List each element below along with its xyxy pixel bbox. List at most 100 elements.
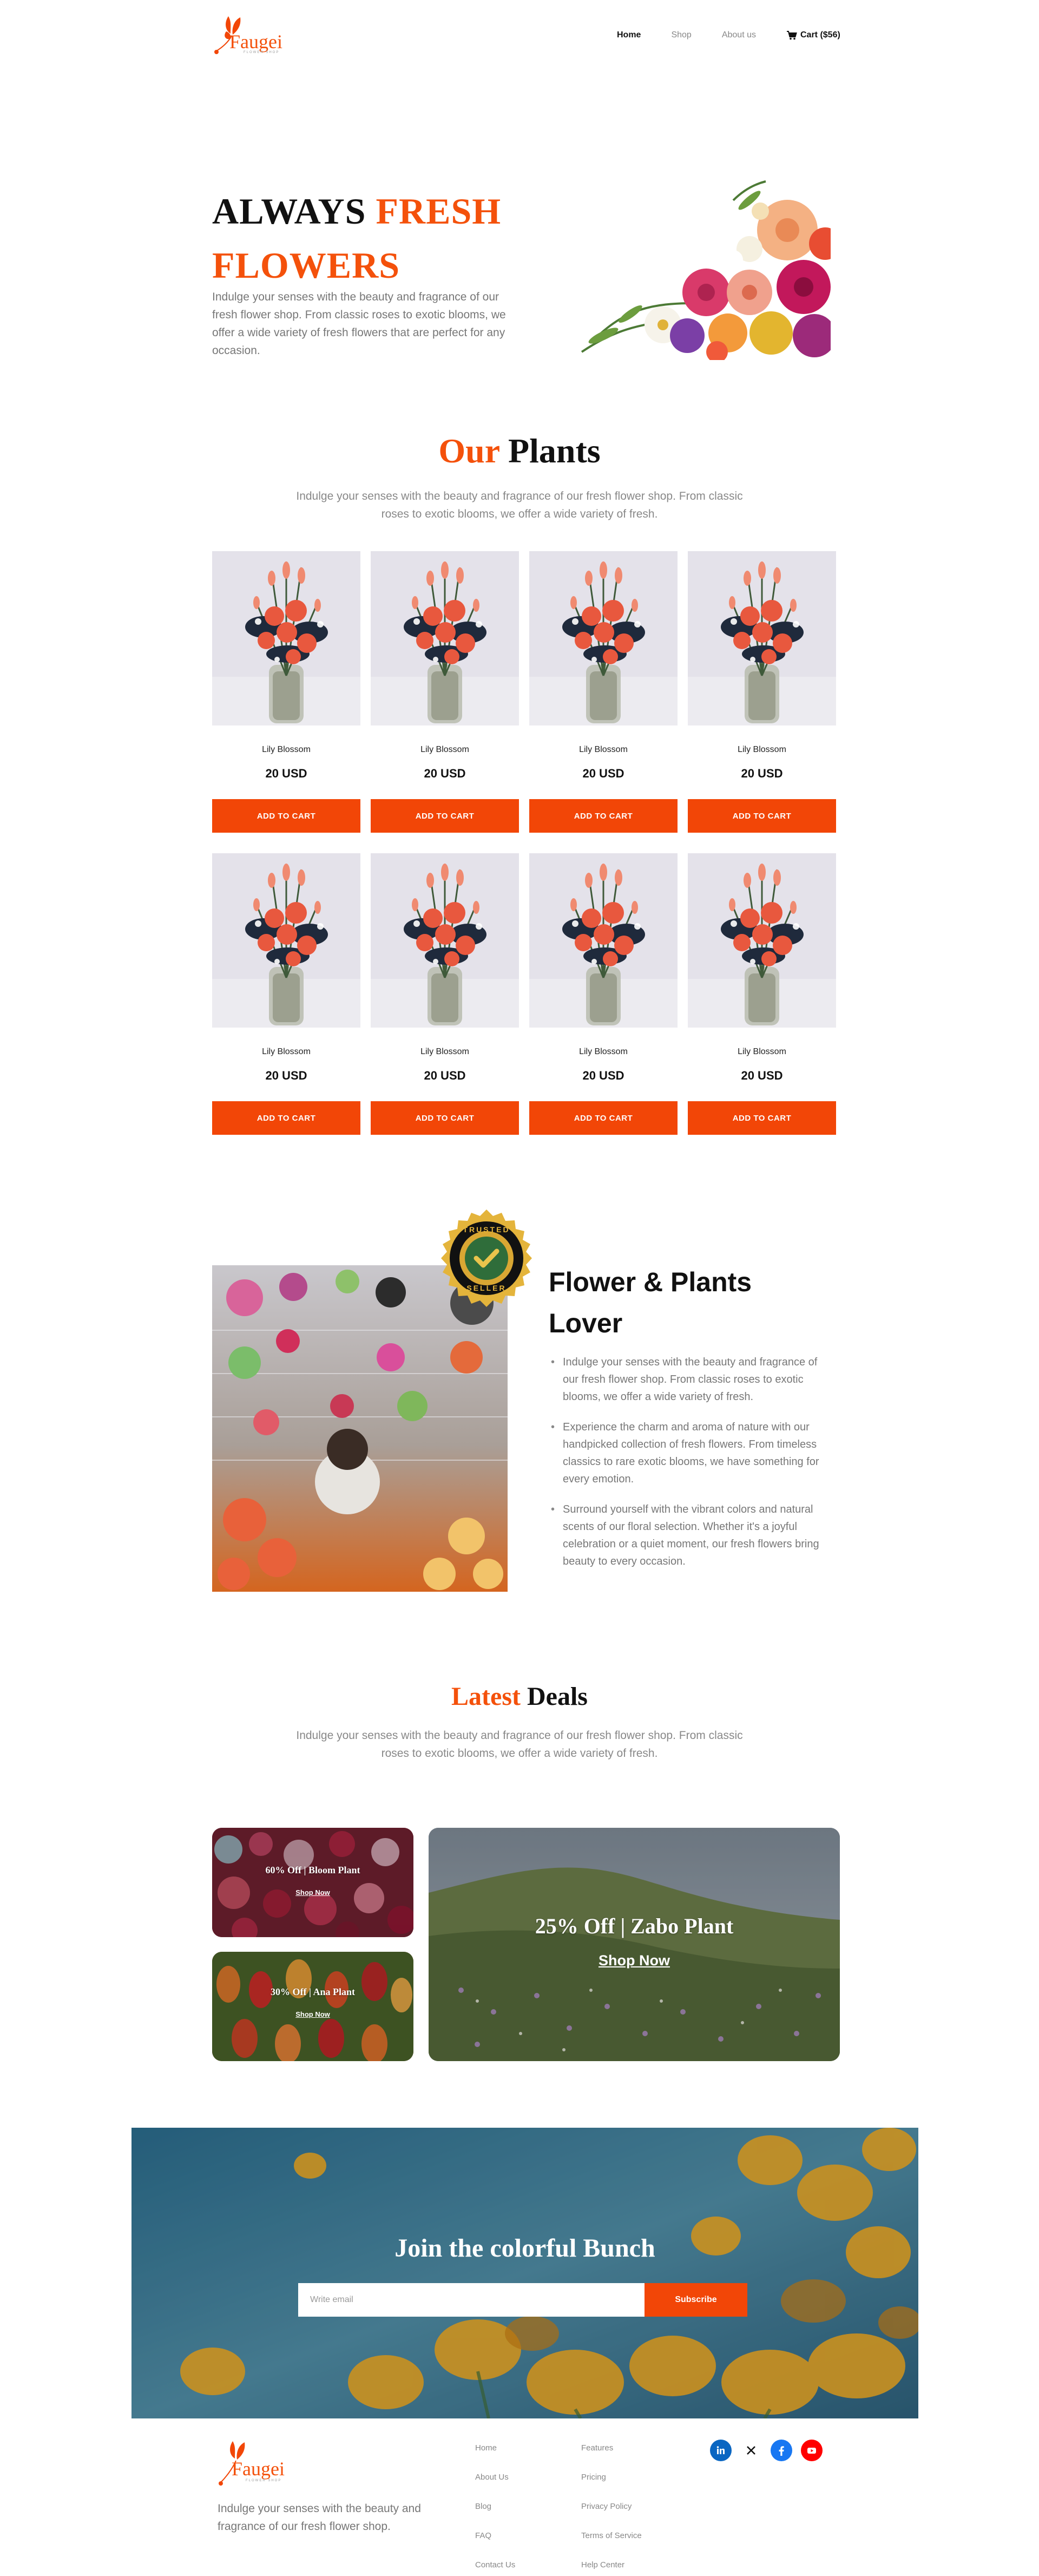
- subscribe-title: Join the colorful Bunch: [394, 2234, 655, 2263]
- add-to-cart-button[interactable]: ADD TO CART: [371, 799, 519, 833]
- hero-description: Indulge your senses with the beauty and …: [212, 291, 506, 357]
- product-card[interactable]: Lily Blossom 20 USD ADD TO CART: [212, 853, 360, 1135]
- trusted-seller-badge: TRUSTED SELLER: [433, 1208, 540, 1316]
- product-card[interactable]: Lily Blossom 20 USD ADD TO CART: [371, 551, 519, 833]
- product-image[interactable]: [688, 551, 836, 725]
- product-price: 20 USD: [424, 767, 466, 780]
- add-to-cart-button[interactable]: ADD TO CART: [688, 1101, 836, 1135]
- product-name: Lily Blossom: [579, 745, 628, 754]
- social-links: [710, 2440, 823, 2461]
- deal-ana-link[interactable]: Shop Now: [212, 2010, 413, 2018]
- product-price: 20 USD: [582, 767, 624, 780]
- add-to-cart-button[interactable]: ADD TO CART: [371, 1101, 519, 1135]
- footer-link-privacy[interactable]: Privacy Policy: [581, 2501, 642, 2531]
- add-to-cart-button[interactable]: ADD TO CART: [212, 799, 360, 833]
- product-price: 20 USD: [265, 1069, 307, 1082]
- subscribe-background-image: [131, 2128, 918, 2418]
- lover-point: Experience the charm and aroma of nature…: [549, 1418, 830, 1488]
- deal-bloom-link[interactable]: Shop Now: [212, 1888, 413, 1897]
- deals-title-accent: Latest: [451, 1682, 521, 1711]
- footer-links-col1: Home About Us Blog FAQ Contact Us: [475, 2443, 515, 2576]
- footer-links-col2: Features Pricing Privacy Policy Terms of…: [581, 2443, 642, 2576]
- deal-card-zabo[interactable]: 25% Off | Zabo Plant Shop Now: [429, 1828, 840, 2061]
- hero-bouquet-image: [571, 179, 841, 363]
- nav-about[interactable]: About us: [722, 30, 756, 40]
- nav-home[interactable]: Home: [617, 30, 641, 40]
- product-image[interactable]: [529, 853, 678, 1028]
- lover-point: Surround yourself with the vibrant color…: [549, 1501, 830, 1570]
- main-nav: Home Shop About us Cart ($56): [617, 30, 840, 40]
- lover-title: Flower & Plants Lover: [549, 1267, 752, 1338]
- product-name: Lily Blossom: [738, 745, 786, 754]
- product-card[interactable]: Lily Blossom 20 USD ADD TO CART: [688, 853, 836, 1135]
- product-image[interactable]: [371, 853, 519, 1028]
- brand-name: Faugei: [229, 31, 282, 53]
- footer-link-terms[interactable]: Terms of Service: [581, 2531, 642, 2560]
- product-card[interactable]: Lily Blossom 20 USD ADD TO CART: [529, 551, 678, 833]
- product-card[interactable]: Lily Blossom 20 USD ADD TO CART: [688, 551, 836, 833]
- deal-ana-title: 30% Off | Ana Plant: [271, 1986, 355, 1997]
- footer-link-pricing[interactable]: Pricing: [581, 2472, 642, 2501]
- product-price: 20 USD: [265, 767, 307, 780]
- deal-card-bloom[interactable]: 60% Off | Bloom Plant Shop Now: [212, 1828, 413, 1937]
- plants-subtitle: Indulge your senses with the beauty and …: [296, 490, 743, 520]
- plants-title-accent: Our: [438, 431, 499, 470]
- plants-title: Our Plants: [0, 431, 1039, 471]
- footer-description: Indulge your senses with the beauty and …: [218, 2502, 421, 2533]
- product-image[interactable]: [212, 853, 360, 1028]
- deal-zabo-link[interactable]: Shop Now: [429, 1952, 840, 1969]
- x-icon[interactable]: [740, 2440, 762, 2461]
- footer-link-blog[interactable]: Blog: [475, 2501, 515, 2531]
- product-card[interactable]: Lily Blossom 20 USD ADD TO CART: [529, 853, 678, 1135]
- deals-title-plain: Deals: [527, 1682, 588, 1711]
- youtube-icon[interactable]: [801, 2440, 823, 2461]
- nav-shop[interactable]: Shop: [671, 30, 691, 40]
- hero-title-plain: ALWAYS: [212, 191, 366, 232]
- add-to-cart-button[interactable]: ADD TO CART: [212, 1101, 360, 1135]
- footer-logo[interactable]: Faugei FLOWER SHOP: [216, 2439, 303, 2490]
- subscribe-button[interactable]: Subscribe: [645, 2283, 747, 2317]
- add-to-cart-button[interactable]: ADD TO CART: [688, 799, 836, 833]
- hero-title-accent: FRESH: [376, 191, 502, 232]
- badge-bottom-text: SELLER: [466, 1284, 506, 1292]
- cart-icon: [786, 31, 797, 40]
- product-image[interactable]: [212, 551, 360, 725]
- email-input[interactable]: [298, 2283, 645, 2317]
- footer-link-home[interactable]: Home: [475, 2443, 515, 2472]
- product-name: Lily Blossom: [420, 745, 469, 754]
- lover-points: Indulge your senses with the beauty and …: [549, 1354, 830, 1583]
- product-card[interactable]: Lily Blossom 20 USD ADD TO CART: [212, 551, 360, 833]
- hero-title: ALWAYS FRESH FLOWERS: [212, 184, 591, 292]
- product-card[interactable]: Lily Blossom 20 USD ADD TO CART: [371, 853, 519, 1135]
- product-image[interactable]: [371, 551, 519, 725]
- footer-link-faq[interactable]: FAQ: [475, 2531, 515, 2560]
- deal-zabo-image: [429, 1828, 840, 2061]
- add-to-cart-button[interactable]: ADD TO CART: [529, 1101, 678, 1135]
- footer-brand-name: Faugei: [232, 2458, 285, 2480]
- product-price: 20 USD: [582, 1069, 624, 1082]
- facebook-icon[interactable]: [771, 2440, 792, 2461]
- linkedin-icon[interactable]: [710, 2440, 732, 2461]
- deal-bloom-image: [212, 1828, 413, 1937]
- product-name: Lily Blossom: [738, 1047, 786, 1056]
- deals-title: Latest Deals: [0, 1682, 1039, 1711]
- plants-title-plain: Plants: [508, 431, 601, 470]
- product-name: Lily Blossom: [262, 1047, 311, 1056]
- subscribe-section: Join the colorful Bunch Subscribe: [131, 2128, 918, 2418]
- footer-link-contact[interactable]: Contact Us: [475, 2560, 515, 2576]
- product-image[interactable]: [688, 853, 836, 1028]
- product-image[interactable]: [529, 551, 678, 725]
- footer-link-help[interactable]: Help Center: [581, 2560, 642, 2576]
- product-name: Lily Blossom: [579, 1047, 628, 1056]
- add-to-cart-button[interactable]: ADD TO CART: [529, 799, 678, 833]
- footer-link-features[interactable]: Features: [581, 2443, 642, 2472]
- cart-button[interactable]: Cart ($56): [786, 30, 840, 40]
- footer-link-about[interactable]: About Us: [475, 2472, 515, 2501]
- brand-logo[interactable]: Faugei FLOWER SHOP: [212, 12, 310, 56]
- footer-brand-tagline: FLOWER SHOP: [246, 2479, 282, 2482]
- cart-label: Cart ($56): [800, 30, 840, 40]
- deal-card-ana[interactable]: 30% Off | Ana Plant Shop Now: [212, 1952, 413, 2061]
- badge-top-text: TRUSTED: [463, 1225, 510, 1234]
- product-name: Lily Blossom: [262, 745, 311, 754]
- lover-point: Indulge your senses with the beauty and …: [549, 1354, 830, 1405]
